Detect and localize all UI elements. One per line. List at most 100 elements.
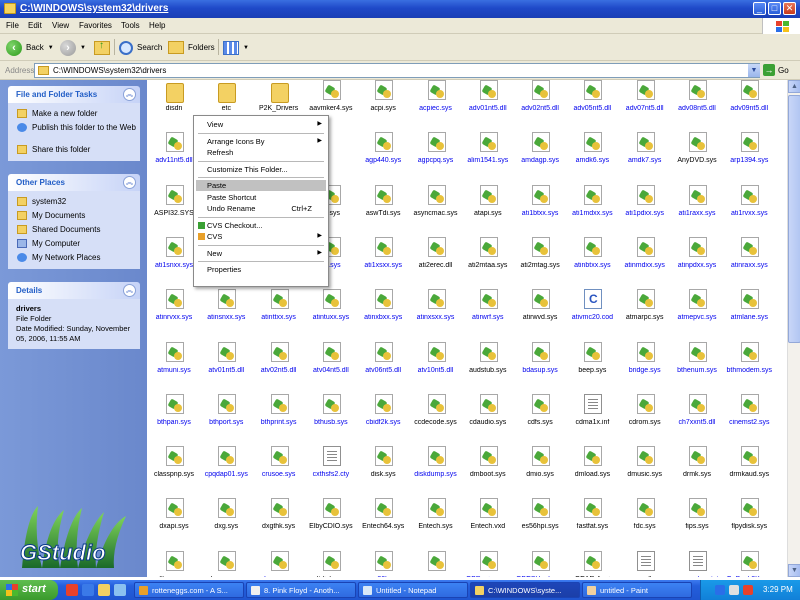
file-item[interactable]: cbidf2k.sys <box>353 393 413 444</box>
file-item[interactable]: gagp30kx.sys <box>353 550 413 577</box>
file-item[interactable]: ch7xxnt5.dll <box>667 393 727 444</box>
file-item[interactable]: dxgthk.sys <box>249 498 309 548</box>
context-menu-item[interactable]: View ▶ <box>196 119 326 130</box>
file-item[interactable]: ati2erec.dll <box>406 236 466 287</box>
scroll-up-button[interactable]: ▲ <box>788 80 800 93</box>
file-item[interactable]: adv08nt5.dll <box>667 80 727 130</box>
file-item[interactable]: drmkaud.sys <box>719 446 779 496</box>
file-item[interactable]: AnyDVD.sys <box>667 132 727 182</box>
file-item[interactable]: bridge.sys <box>615 341 675 392</box>
file-item[interactable]: ftdisk.sys <box>301 550 361 577</box>
file-item[interactable]: fips.sys <box>667 498 727 548</box>
file-item[interactable]: fs_rec.sys <box>196 550 256 577</box>
file-item[interactable]: Entech.vxd <box>458 498 518 548</box>
file-item[interactable]: agpcpq.sys <box>406 132 466 182</box>
context-menu-item[interactable]: Arrange Icons By ▶ <box>196 136 326 147</box>
file-item[interactable]: atmepvc.sys <box>667 289 727 339</box>
context-menu-item[interactable]: Refresh <box>196 147 326 158</box>
menu-edit[interactable]: Edit <box>28 21 42 30</box>
menu-tools[interactable]: Tools <box>121 21 140 30</box>
file-item[interactable]: gm.dls <box>615 550 675 577</box>
file-item[interactable]: alim1541.sys <box>458 132 518 182</box>
context-menu-item[interactable]: CVS Checkout... <box>196 220 326 231</box>
tray-security-icon[interactable] <box>743 585 753 595</box>
folders-button[interactable]: Folders <box>168 38 215 57</box>
context-menu-item[interactable]: Paste <box>196 180 326 191</box>
file-item[interactable]: atirwvd.sys <box>510 289 570 339</box>
place-shared-documents[interactable]: Shared Documents <box>8 223 140 237</box>
file-item[interactable]: fastfat.sys <box>562 498 622 548</box>
scroll-thumb[interactable] <box>788 95 800 343</box>
file-item[interactable]: dxg.sys <box>196 498 256 548</box>
file-item[interactable]: atv06nt5.dll <box>353 341 413 392</box>
file-item[interactable]: gmreadme.txt <box>667 550 727 577</box>
file-item[interactable]: GoBack2K.sys <box>719 550 779 577</box>
maximize-button[interactable]: □ <box>768 2 781 15</box>
file-item[interactable]: ccdecode.sys <box>406 393 466 444</box>
file-item[interactable]: atinbtxx.sys <box>562 236 622 287</box>
file-item[interactable]: bthenum.sys <box>667 341 727 392</box>
taskbar-item-paint[interactable]: untitled - Paint <box>582 582 692 598</box>
go-button[interactable]: → Go <box>763 64 789 76</box>
menu-help[interactable]: Help <box>149 21 165 30</box>
file-item[interactable]: atapi.sys <box>458 184 518 235</box>
file-item[interactable]: fsvga.sys <box>249 550 309 577</box>
taskbar-item-explorer[interactable]: C:\WINDOWS\syste... <box>470 582 580 598</box>
file-item[interactable]: atinxsxx.sys <box>406 289 466 339</box>
file-item[interactable]: bthprint.sys <box>249 393 309 444</box>
file-item[interactable]: atinraxx.sys <box>719 236 779 287</box>
panel-header[interactable]: Other Places ︽ <box>8 174 140 191</box>
file-item[interactable]: atinsnxx.sys <box>196 289 256 339</box>
file-item[interactable]: cinemst2.sys <box>719 393 779 444</box>
file-item[interactable]: GBDevice.sys <box>458 550 518 577</box>
file-item[interactable]: ati1mdxx.sys <box>562 184 622 235</box>
file-item[interactable]: arp1394.sys <box>719 132 779 182</box>
file-item[interactable]: cdrom.sys <box>615 393 675 444</box>
file-item[interactable]: atintuxx.sys <box>301 289 361 339</box>
file-item[interactable]: atinmdxx.sys <box>615 236 675 287</box>
menu-file[interactable]: File <box>6 21 19 30</box>
tray-volume-icon[interactable] <box>729 585 739 595</box>
file-item[interactable]: atv02nt5.dll <box>249 341 309 392</box>
file-item[interactable]: GEAR.Aspi <box>562 550 622 577</box>
quicklaunch-ie-icon[interactable] <box>82 584 94 596</box>
share-folder-link[interactable]: Share this folder <box>8 143 140 157</box>
file-item[interactable]: ati1pdxx.sys <box>615 184 675 235</box>
context-menu-item[interactable]: Customize This Folder... <box>196 164 326 175</box>
file-item[interactable]: ati1rvxx.sys <box>719 184 779 235</box>
address-input[interactable]: C:\WINDOWS\system32\drivers <box>34 63 760 78</box>
collapse-icon[interactable]: ︽ <box>123 176 136 189</box>
forward-button[interactable]: › ▼ <box>60 38 86 57</box>
file-item[interactable]: amdk7.sys <box>615 132 675 182</box>
file-item[interactable]: cpqdap01.sys <box>196 446 256 496</box>
file-item[interactable]: fdc.sys <box>615 498 675 548</box>
file-item[interactable]: es56hpi.sys <box>510 498 570 548</box>
file-item[interactable]: aswTdi.sys <box>353 184 413 235</box>
file-item[interactable]: atmarpc.sys <box>615 289 675 339</box>
file-item[interactable]: bthmodem.sys <box>719 341 779 392</box>
file-item[interactable]: cdaudio.sys <box>458 393 518 444</box>
tray-network-icon[interactable] <box>715 585 725 595</box>
file-item[interactable]: amdagp.sys <box>510 132 570 182</box>
quicklaunch-folder-icon[interactable] <box>98 584 110 596</box>
context-menu-item[interactable]: Paste Shortcut <box>196 192 326 203</box>
taskbar-item-notepad[interactable]: Untitled - Notepad <box>358 582 468 598</box>
context-menu-item[interactable]: Undo Rename Ctrl+Z <box>196 203 326 214</box>
back-button[interactable]: ‹ Back ▼ <box>6 38 54 57</box>
menu-view[interactable]: View <box>52 21 69 30</box>
file-item[interactable]: atinxbxx.sys <box>353 289 413 339</box>
file-item[interactable]: atinpdxx.sys <box>667 236 727 287</box>
file-item[interactable]: diskdump.sys <box>406 446 466 496</box>
address-dropdown-button[interactable]: ▼ <box>748 64 760 77</box>
start-button[interactable]: start <box>0 580 58 600</box>
file-item[interactable]: beep.sys <box>562 341 622 392</box>
file-item[interactable]: bdasup.sys <box>510 341 570 392</box>
file-item[interactable]: dmload.sys <box>562 446 622 496</box>
vertical-scrollbar[interactable]: ▲ ▼ <box>787 80 800 577</box>
collapse-icon[interactable]: ︽ <box>123 284 136 297</box>
file-item[interactable]: amdk6.sys <box>562 132 622 182</box>
minimize-button[interactable]: _ <box>753 2 766 15</box>
context-menu-item[interactable]: Properties <box>196 264 326 275</box>
file-item[interactable]: audstub.sys <box>458 341 518 392</box>
scroll-down-button[interactable]: ▼ <box>788 564 800 577</box>
